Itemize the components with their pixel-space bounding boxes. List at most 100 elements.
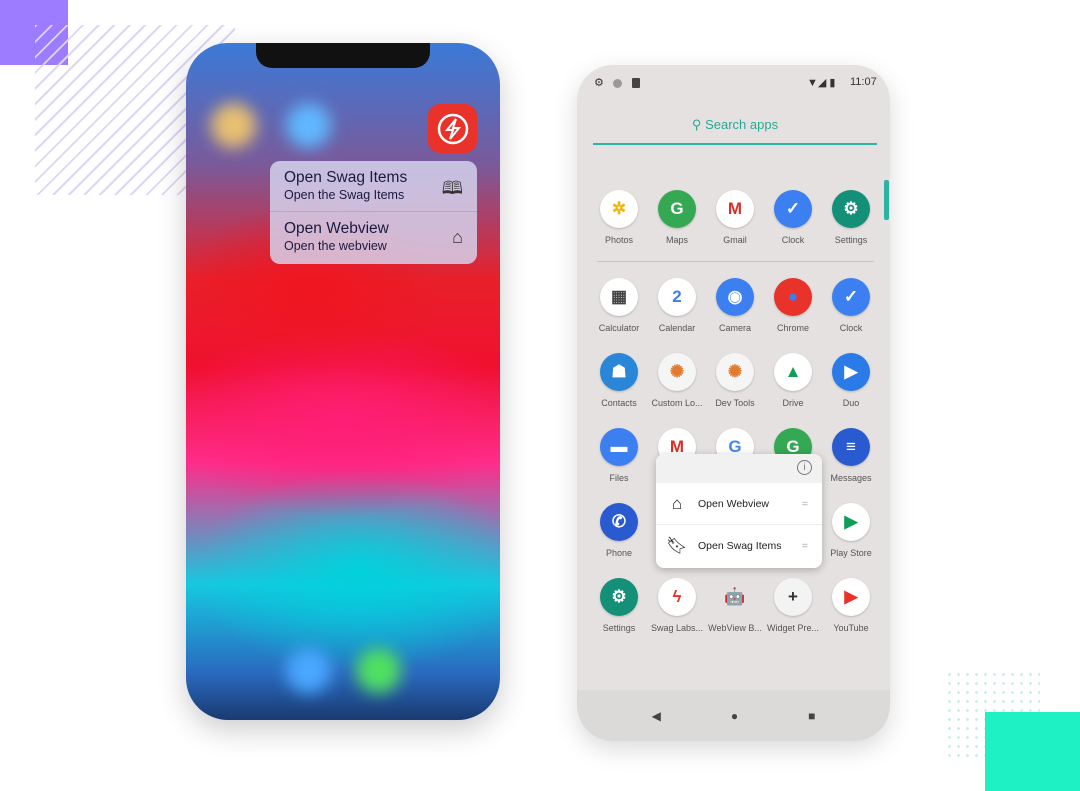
shortcut-label: Open Webview bbox=[698, 497, 770, 510]
popup-header: i bbox=[656, 454, 822, 483]
app-settings[interactable]: ⚙ Settings bbox=[821, 190, 881, 245]
search-apps-field[interactable]: ⚲ Search apps bbox=[593, 117, 877, 145]
home-button-icon[interactable]: ● bbox=[731, 709, 738, 723]
app-label: Files bbox=[609, 473, 629, 483]
app-icon: ✲ bbox=[600, 190, 638, 228]
app-dev-tools[interactable]: ✺ Dev Tools bbox=[705, 353, 765, 408]
bookmark-icon: 🔖︎ bbox=[666, 536, 688, 555]
app-widget-pre[interactable]: + Widget Pre... bbox=[763, 578, 823, 633]
app-label: Contacts bbox=[601, 398, 637, 408]
notch bbox=[256, 43, 430, 68]
scrollbar[interactable] bbox=[884, 180, 889, 220]
app-swag-labs[interactable]: ϟ Swag Labs... bbox=[647, 578, 707, 633]
app-duo[interactable]: ▶ Duo bbox=[821, 353, 881, 408]
app-icon: ▶ bbox=[832, 353, 870, 391]
quick-actions-menu: Open Swag Items Open the Swag Items 🕮 Op… bbox=[270, 161, 477, 264]
app-calendar[interactable]: 2 Calendar bbox=[647, 278, 707, 333]
app-icon: M bbox=[716, 190, 754, 228]
sd-card-icon bbox=[632, 78, 640, 88]
app-label: Calculator bbox=[598, 323, 640, 333]
app-icon: ≡ bbox=[832, 428, 870, 466]
quick-action-open-webview[interactable]: Open Webview Open the webview ⌂ bbox=[270, 212, 477, 263]
app-chrome[interactable]: ● Chrome bbox=[763, 278, 823, 333]
app-icon: ▶ bbox=[832, 503, 870, 541]
app-icon: ⚙ bbox=[600, 578, 638, 616]
app-clock[interactable]: ✓ Clock bbox=[763, 190, 823, 245]
home-icon: ⌂ bbox=[452, 227, 463, 247]
app-icon: ▦ bbox=[600, 278, 638, 316]
app-contacts[interactable]: ☗ Contacts bbox=[589, 353, 649, 408]
navigation-bar: ◀ ● ■ bbox=[577, 690, 890, 741]
app-label: Camera bbox=[718, 323, 751, 333]
app-icon: G bbox=[658, 190, 696, 228]
app-drive[interactable]: ▲ Drive bbox=[763, 353, 823, 408]
iphone-screen: Open Swag Items Open the Swag Items 🕮 Op… bbox=[186, 43, 500, 720]
app-icon: ▲ bbox=[774, 353, 812, 391]
drag-handle-icon[interactable]: = bbox=[802, 498, 808, 510]
app-icon: ✺ bbox=[716, 353, 754, 391]
app-label: Drive bbox=[782, 398, 804, 408]
app-label: Play Store bbox=[830, 548, 872, 558]
app-label: Messages bbox=[830, 473, 872, 483]
app-play-store[interactable]: ▶ Play Store bbox=[821, 503, 881, 558]
shortcut-label: Open Swag Items bbox=[698, 540, 782, 552]
blurred-dock-icon bbox=[286, 648, 331, 693]
action-title: Open Swag Items bbox=[284, 169, 408, 186]
app-icon: ☗ bbox=[600, 353, 638, 391]
back-icon[interactable]: ◀ bbox=[652, 709, 661, 723]
app-label: Widget Pre... bbox=[766, 623, 820, 633]
app-photos[interactable]: ✲ Photos bbox=[589, 190, 649, 245]
app-gmail[interactable]: M Gmail bbox=[705, 190, 765, 245]
app-custom-lo[interactable]: ✺ Custom Lo... bbox=[647, 353, 707, 408]
app-label: Duo bbox=[842, 398, 860, 408]
app-icon: + bbox=[774, 578, 812, 616]
app-label: Maps bbox=[665, 235, 688, 245]
action-subtitle: Open the Swag Items bbox=[284, 188, 405, 202]
android-screen: ⚙ ▼◢ ▮ 11:07 ⚲ Search apps ✲ Photos G Maps M… bbox=[577, 65, 890, 741]
book-icon: 🕮 bbox=[441, 178, 463, 198]
app-icon: ⚙ bbox=[832, 190, 870, 228]
app-label: Photos bbox=[604, 235, 634, 245]
app-icon: ▬ bbox=[600, 428, 638, 466]
drag-handle-icon[interactable]: = bbox=[802, 540, 808, 552]
app-files[interactable]: ▬ Files bbox=[589, 428, 649, 483]
app-settings[interactable]: ⚙ Settings bbox=[589, 578, 649, 633]
shortcut-open-webview[interactable]: ⌂ Open Webview = bbox=[656, 483, 822, 525]
search-label: Search apps bbox=[705, 117, 779, 132]
app-clock[interactable]: ✓ Clock bbox=[821, 278, 881, 333]
app-icon: ✆ bbox=[600, 503, 638, 541]
app-label: WebView B... bbox=[708, 623, 762, 633]
app-label: Custom Lo... bbox=[651, 398, 703, 408]
app-messages[interactable]: ≡ Messages bbox=[821, 428, 881, 483]
app-label: YouTube bbox=[833, 623, 869, 633]
quick-action-open-swag-items[interactable]: Open Swag Items Open the Swag Items 🕮 bbox=[270, 161, 477, 212]
decor-teal-square bbox=[985, 712, 1080, 791]
recents-icon[interactable]: ■ bbox=[808, 709, 815, 723]
blurred-app-icon bbox=[211, 103, 256, 148]
info-icon[interactable]: i bbox=[797, 460, 812, 475]
app-phone[interactable]: ✆ Phone bbox=[589, 503, 649, 558]
app-youtube[interactable]: ▶ YouTube bbox=[821, 578, 881, 633]
app-label: Clock bbox=[839, 323, 863, 333]
app-icon: ◉ bbox=[716, 278, 754, 316]
blurred-dock-icon bbox=[356, 648, 401, 693]
app-camera[interactable]: ◉ Camera bbox=[705, 278, 765, 333]
swag-labs-app-icon[interactable] bbox=[428, 104, 477, 153]
app-label: Dev Tools bbox=[715, 398, 755, 408]
action-title: Open Webview bbox=[284, 220, 389, 237]
action-subtitle: Open the webview bbox=[284, 239, 387, 253]
search-icon: ⚲ bbox=[691, 117, 702, 132]
app-label: Chrome bbox=[776, 323, 809, 333]
home-icon: ⌂ bbox=[671, 493, 683, 513]
app-calculator[interactable]: ▦ Calculator bbox=[589, 278, 649, 333]
app-icon: ● bbox=[774, 278, 812, 316]
circle-status-icon bbox=[613, 79, 622, 88]
app-icon: 2 bbox=[658, 278, 696, 316]
app-maps[interactable]: G Maps bbox=[647, 190, 707, 245]
app-label: Settings bbox=[834, 235, 868, 245]
shortcut-open-swag-items[interactable]: 🔖︎ Open Swag Items = bbox=[656, 525, 822, 567]
app-icon: ✺ bbox=[658, 353, 696, 391]
blurred-app-icon bbox=[286, 103, 331, 148]
app-webview-b[interactable]: 🤖 WebView B... bbox=[705, 578, 765, 633]
app-label: Clock bbox=[781, 235, 805, 245]
